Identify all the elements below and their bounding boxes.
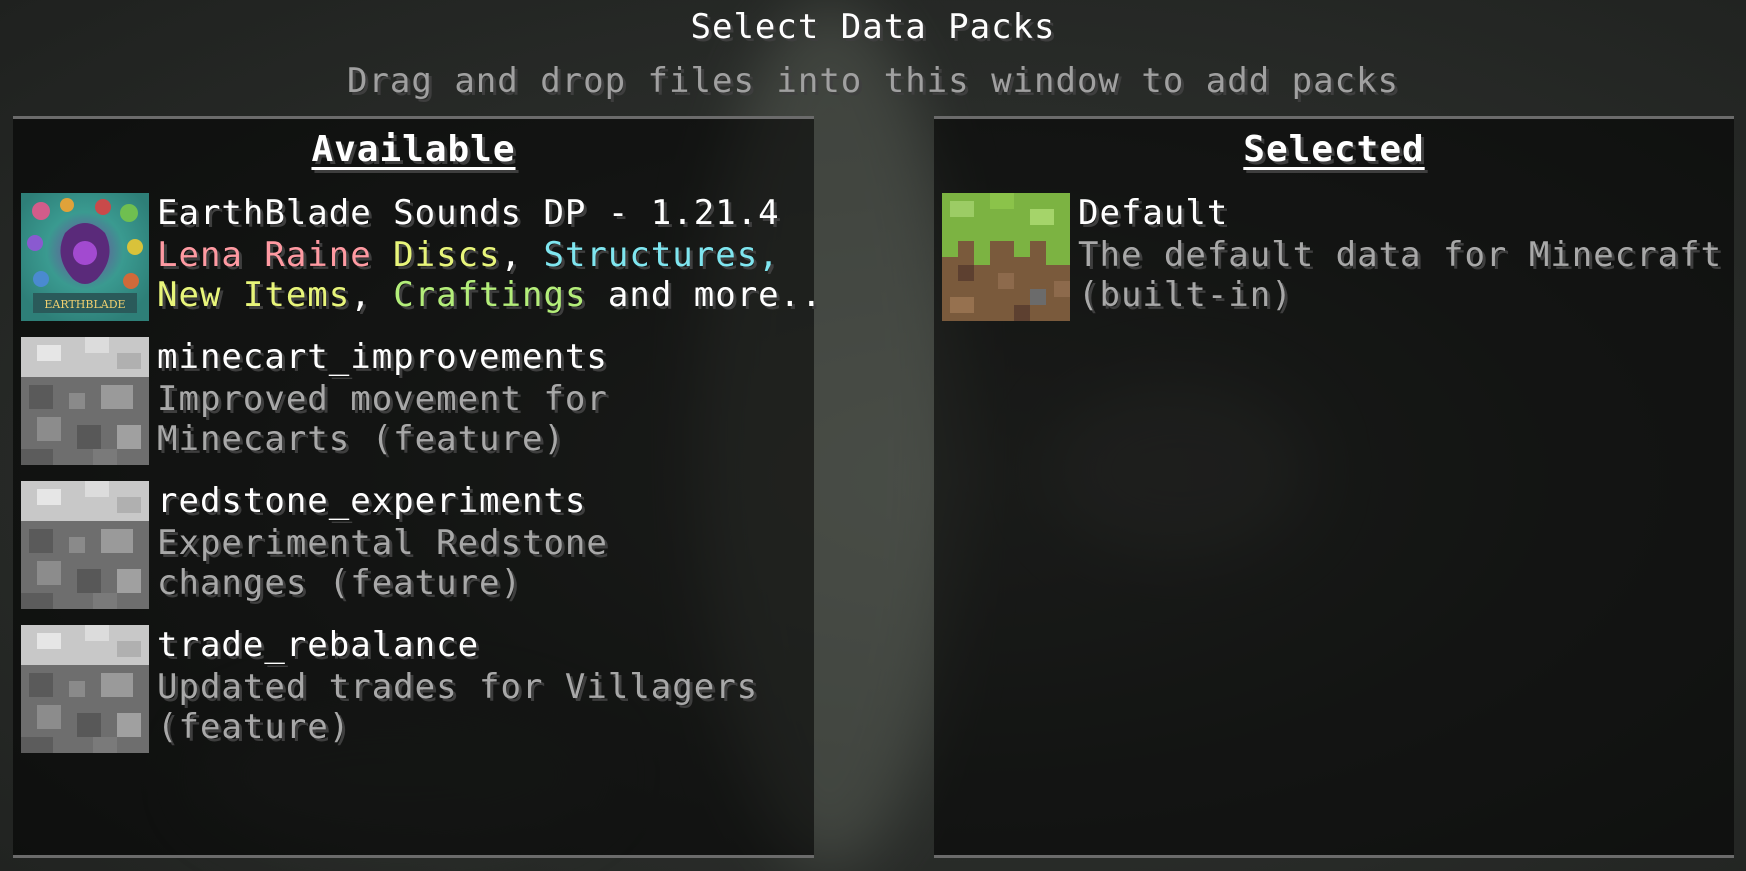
- desc-segment: Craftings: [393, 275, 587, 315]
- desc-segment: and more..: [586, 275, 823, 315]
- desc-segment: Structures,: [543, 235, 780, 275]
- stone-pack-icon: [21, 481, 149, 609]
- pack-description-line2: (feature): [157, 707, 351, 747]
- pack-description-line1: Lena Raine Discs, Structures,: [157, 235, 780, 275]
- pack-item-default[interactable]: Default The default data for Minecraft (…: [942, 193, 1722, 323]
- pack-name: trade_rebalance: [157, 625, 480, 665]
- pack-description-line1: The default data for Minecraft: [1078, 235, 1723, 275]
- selected-packs-list[interactable]: Selected Default The default data for Mi…: [934, 116, 1734, 858]
- desc-segment: ,: [350, 275, 394, 315]
- available-packs-list[interactable]: Available EARTHBLADE EarthBlade Sounds D…: [13, 116, 822, 858]
- page-title: Select Data Packs: [690, 7, 1056, 47]
- pack-description-line2: (built-in): [1078, 275, 1293, 315]
- stone-pack-icon: [21, 337, 149, 465]
- drag-drop-hint: Drag and drop files into this window to …: [346, 61, 1400, 101]
- pack-description-line2: Minecarts (feature): [157, 419, 565, 459]
- pack-item-minecart-improvements[interactable]: minecart_improvements Improved movement …: [21, 337, 801, 467]
- selected-heading: Selected: [1243, 129, 1425, 170]
- desc-segment: Discs: [393, 235, 501, 275]
- pack-description-line2: changes (feature): [157, 563, 522, 603]
- earthblade-pack-icon: EARTHBLADE: [21, 193, 149, 321]
- pack-item-redstone-experiments[interactable]: redstone_experiments Experimental Redsto…: [21, 481, 801, 611]
- pack-description-line1: Improved movement for: [157, 379, 608, 419]
- pack-description-line1: Updated trades for Villagers: [157, 667, 759, 707]
- grass-block-icon: [942, 193, 1070, 321]
- pack-name: EarthBlade Sounds DP - 1.21.4: [157, 193, 780, 233]
- pack-item-earthblade[interactable]: EARTHBLADE EarthBlade Sounds DP - 1.21.4…: [21, 193, 822, 323]
- desc-segment: ,: [500, 235, 544, 275]
- pack-name: Default: [1078, 193, 1229, 233]
- available-heading: Available: [311, 129, 516, 170]
- earthblade-logo-text: EARTHBLADE: [44, 298, 125, 311]
- pack-name: redstone_experiments: [157, 481, 587, 521]
- desc-segment: New Items: [157, 275, 351, 315]
- pack-description-line1: Experimental Redstone: [157, 523, 608, 563]
- pack-item-trade-rebalance[interactable]: trade_rebalance Updated trades for Villa…: [21, 625, 801, 755]
- pack-description-line2: New Items, Craftings and more..: [157, 275, 823, 315]
- stone-pack-icon: [21, 625, 149, 753]
- pack-name: minecart_improvements: [157, 337, 608, 377]
- desc-segment: Lena Raine: [157, 235, 394, 275]
